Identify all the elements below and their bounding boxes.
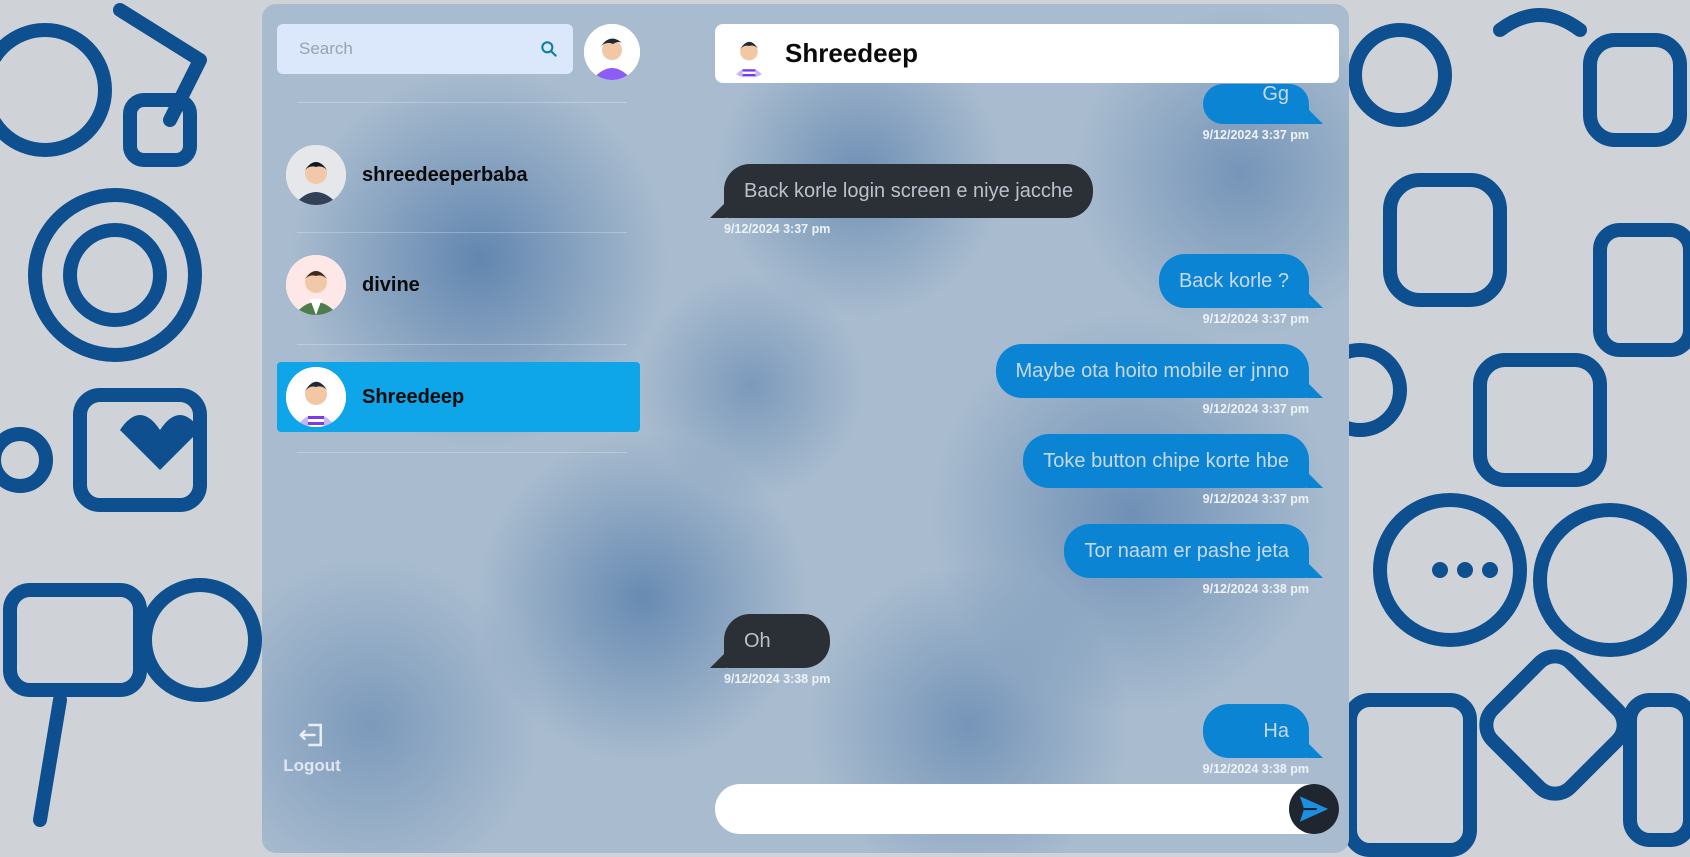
message-time: 9/12/2024 3:38 pm — [1202, 582, 1309, 596]
message-outgoing: Gg 9/12/2024 3:37 pm — [1202, 84, 1324, 142]
contact-item[interactable]: shreedeeperbaba — [277, 140, 640, 210]
message-time: 9/12/2024 3:37 pm — [1202, 128, 1309, 142]
chat-app: shreedeeperbaba divine — [262, 4, 1349, 853]
search-icon[interactable] — [539, 39, 559, 59]
message-bubble: Back korle login screen e niye jacche — [709, 164, 1094, 218]
contact-item-active[interactable]: Shreedeep — [277, 362, 640, 432]
contact-name: divine — [362, 273, 420, 296]
chat-panel: Gg 9/12/2024 3:37 pm Back korle login sc… — [679, 4, 1349, 853]
chat-header-avatar — [725, 29, 773, 78]
chat-title: Shreedeep — [785, 38, 918, 68]
message-outgoing: Tor naam er pashe jeta 9/12/2024 3:38 pm — [1064, 524, 1323, 596]
message-bubble: Toke button chipe korte hbe — [1023, 434, 1323, 488]
contact-name: shreedeeperbaba — [362, 163, 528, 186]
send-icon — [1299, 796, 1329, 822]
message-outgoing: Back korle ? 9/12/2024 3:37 pm — [1158, 254, 1324, 326]
current-user-avatar[interactable] — [584, 24, 640, 80]
message-incoming: Oh 9/12/2024 3:38 pm — [709, 614, 831, 686]
logout-icon — [299, 723, 322, 747]
message-bubble: Back korle ? — [1158, 254, 1324, 308]
message-bubble: Tor naam er pashe jeta — [1064, 524, 1323, 578]
logout-button[interactable]: Logout — [277, 720, 347, 776]
message-time: 9/12/2024 3:37 pm — [724, 222, 831, 236]
message-time: 9/12/2024 3:38 pm — [724, 672, 831, 686]
message-time: 9/12/2024 3:37 pm — [1202, 402, 1309, 416]
message-time: 9/12/2024 3:38 pm — [1202, 762, 1309, 776]
send-button[interactable] — [1289, 784, 1339, 834]
sidebar: shreedeeperbaba divine — [262, 4, 677, 853]
avatar — [286, 255, 346, 315]
message-list[interactable]: Gg 9/12/2024 3:37 pm Back korle login sc… — [679, 84, 1349, 784]
contact-item[interactable]: divine — [277, 250, 640, 320]
message-input[interactable] — [715, 784, 1339, 834]
chat-header: Shreedeep — [715, 24, 1339, 83]
message-bubble: Oh — [709, 614, 831, 668]
message-composer[interactable] — [715, 784, 1339, 834]
message-time: 9/12/2024 3:37 pm — [1202, 492, 1309, 506]
message-bubble: Ha — [1202, 704, 1324, 758]
message-outgoing: Ha 9/12/2024 3:38 pm — [1202, 704, 1324, 776]
avatar — [286, 145, 346, 205]
message-incoming: Back korle login screen e niye jacche 9/… — [709, 164, 1094, 236]
message-outgoing: Maybe ota hoito mobile er jnno 9/12/2024… — [995, 344, 1323, 416]
search-input[interactable] — [297, 38, 539, 60]
message-bubble: Maybe ota hoito mobile er jnno — [995, 344, 1323, 398]
message-outgoing: Toke button chipe korte hbe 9/12/2024 3:… — [1023, 434, 1323, 506]
divider — [297, 232, 627, 233]
divider — [297, 344, 627, 345]
message-time: 9/12/2024 3:37 pm — [1202, 312, 1309, 326]
message-bubble: Gg — [1202, 84, 1324, 124]
logout-label: Logout — [283, 756, 341, 775]
search-box[interactable] — [277, 24, 573, 74]
avatar — [286, 367, 346, 427]
contact-name: Shreedeep — [362, 385, 465, 408]
divider — [297, 452, 627, 453]
divider — [297, 102, 627, 103]
